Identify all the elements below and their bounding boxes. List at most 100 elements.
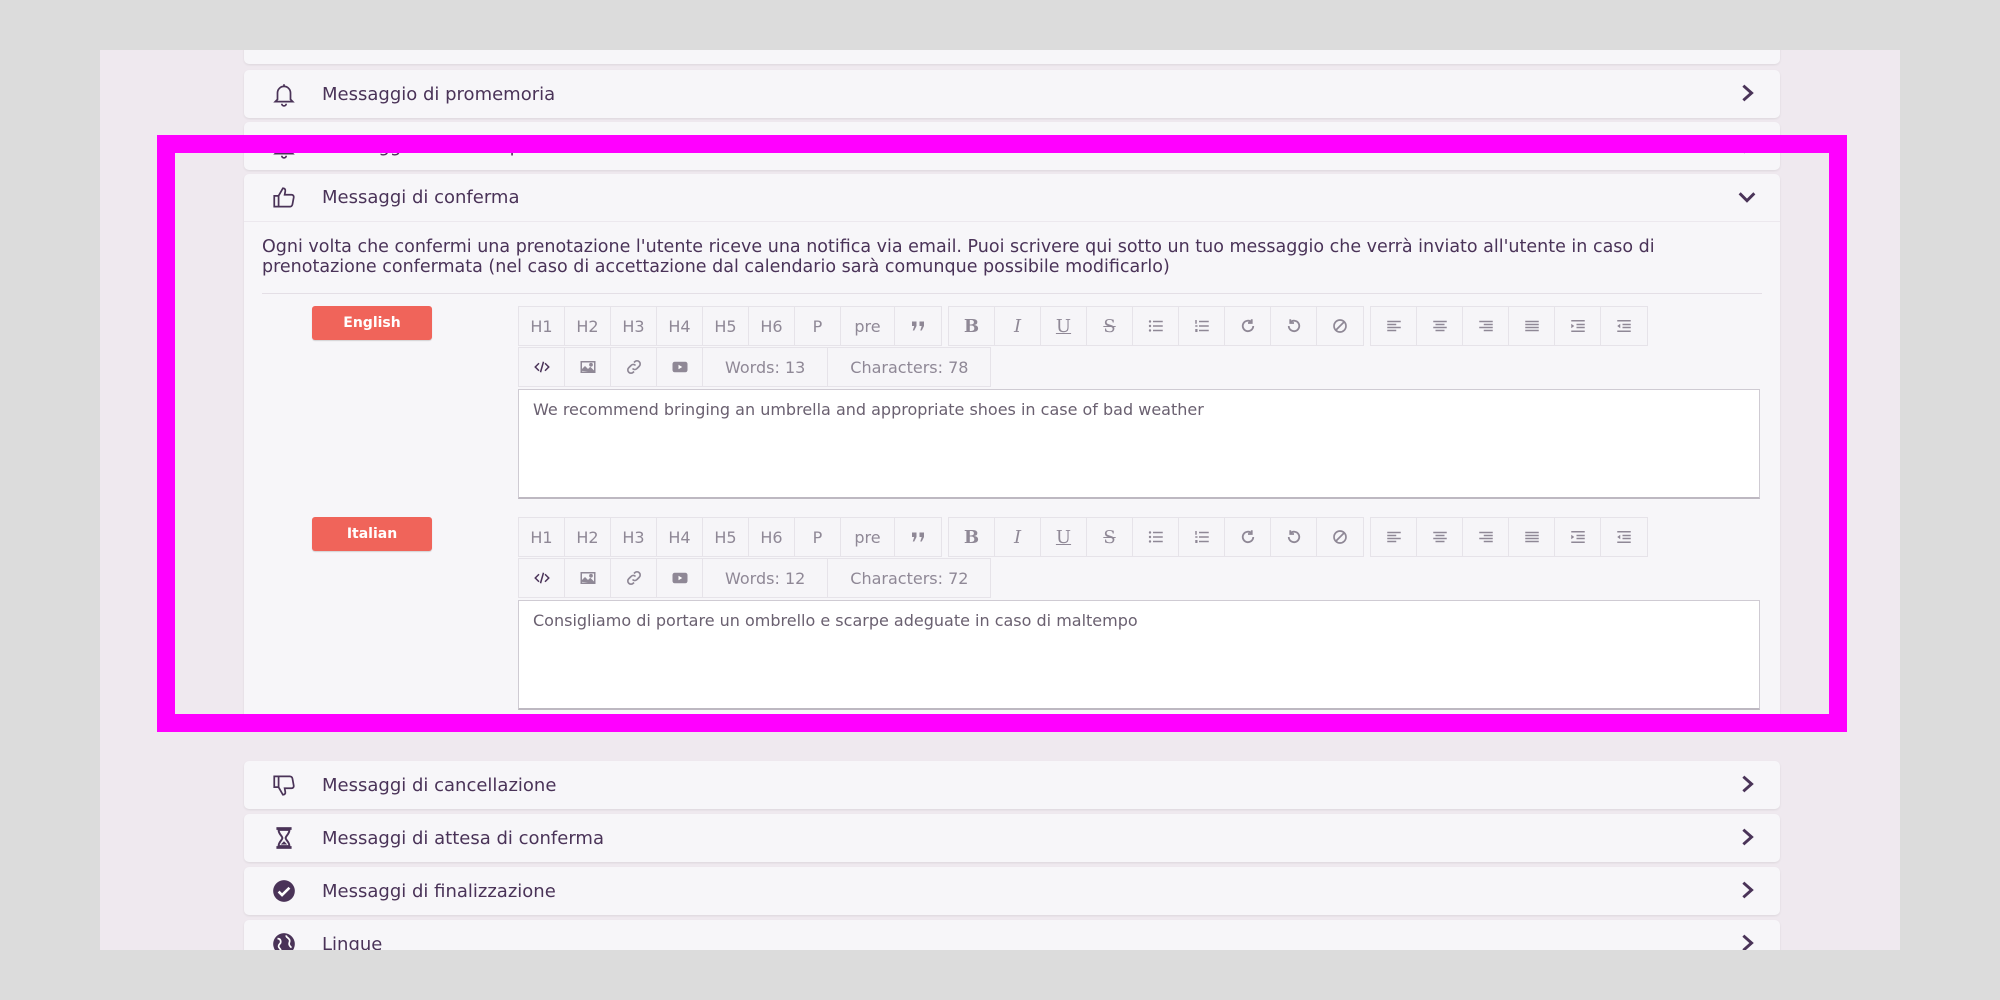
h2-button[interactable]: H2 bbox=[565, 307, 611, 345]
clear-format-icon[interactable] bbox=[1317, 307, 1363, 345]
image-icon[interactable] bbox=[565, 559, 611, 597]
video-icon[interactable] bbox=[657, 559, 703, 597]
accordion-panel-followup[interactable]: Messaggio di followup bbox=[244, 122, 1780, 170]
chevron-right-icon[interactable] bbox=[1736, 932, 1758, 950]
code-view-icon[interactable] bbox=[519, 348, 565, 386]
h3-button[interactable]: H3 bbox=[611, 307, 657, 345]
h4-button[interactable]: H4 bbox=[657, 518, 703, 556]
accordion-panel-confirm: Messaggi di conferma Ogni volta che conf… bbox=[244, 174, 1780, 724]
h5-button[interactable]: H5 bbox=[703, 518, 749, 556]
redo-icon[interactable] bbox=[1225, 518, 1271, 556]
h6-button[interactable]: H6 bbox=[749, 307, 795, 345]
bullet-list-icon[interactable] bbox=[1133, 307, 1179, 345]
style-group: B I U S bbox=[948, 306, 1364, 346]
paragraph-button[interactable]: P bbox=[795, 518, 841, 556]
quote-icon[interactable] bbox=[895, 307, 941, 345]
bold-icon[interactable]: B bbox=[949, 307, 995, 345]
accordion-panel-reminder[interactable]: Messaggio di promemoria bbox=[244, 70, 1780, 118]
globe-icon bbox=[268, 928, 300, 950]
character-count: Characters: 72 bbox=[850, 568, 969, 588]
h2-button[interactable]: H2 bbox=[565, 518, 611, 556]
chevron-right-icon[interactable] bbox=[1736, 134, 1758, 156]
bullet-list-icon[interactable] bbox=[1133, 518, 1179, 556]
align-center-icon[interactable] bbox=[1417, 518, 1463, 556]
indent-icon[interactable] bbox=[1555, 307, 1601, 345]
thumbs-up-icon bbox=[268, 182, 300, 214]
chevron-right-icon[interactable] bbox=[1736, 82, 1758, 104]
chevron-right-icon[interactable] bbox=[1736, 826, 1758, 848]
insert-group: Words: 12 Characters: 72 bbox=[518, 558, 992, 598]
redo-icon[interactable] bbox=[1225, 307, 1271, 345]
undo-icon[interactable] bbox=[1271, 307, 1317, 345]
word-count: Words: 12 bbox=[703, 559, 829, 597]
accordion-panel-finalize[interactable]: Messaggi di finalizzazione bbox=[244, 867, 1780, 915]
heading-group: H1 H2 H3 H4 H5 H6 P pre bbox=[518, 306, 942, 346]
h3-button[interactable]: H3 bbox=[611, 518, 657, 556]
bold-icon[interactable]: B bbox=[949, 518, 995, 556]
panel-title-languages: Lingue bbox=[322, 933, 383, 951]
clear-format-icon[interactable] bbox=[1317, 518, 1363, 556]
align-left-icon[interactable] bbox=[1371, 518, 1417, 556]
accordion-panel-languages[interactable]: Lingue bbox=[244, 920, 1780, 950]
strikethrough-icon[interactable]: S bbox=[1087, 518, 1133, 556]
chevron-down-icon[interactable] bbox=[1736, 186, 1758, 208]
outdent-icon[interactable] bbox=[1601, 307, 1647, 345]
pre-button[interactable]: pre bbox=[841, 518, 895, 556]
panel-title-cancel: Messaggi di cancellazione bbox=[322, 774, 557, 796]
english-language-button[interactable]: English bbox=[312, 306, 432, 340]
panel-title-followup: Messaggio di followup bbox=[322, 135, 522, 157]
h1-button[interactable]: H1 bbox=[519, 518, 565, 556]
underline-icon[interactable]: U bbox=[1041, 518, 1087, 556]
check-circle-icon bbox=[268, 875, 300, 907]
word-count: Words: 13 bbox=[703, 348, 829, 386]
accordion-panel-previous[interactable] bbox=[244, 50, 1780, 64]
accordion-panel-cancel[interactable]: Messaggi di cancellazione bbox=[244, 761, 1780, 809]
video-icon[interactable] bbox=[657, 348, 703, 386]
h4-button[interactable]: H4 bbox=[657, 307, 703, 345]
panel-title-confirm: Messaggi di conferma bbox=[322, 187, 520, 208]
h6-button[interactable]: H6 bbox=[749, 518, 795, 556]
numbered-list-icon[interactable] bbox=[1179, 518, 1225, 556]
english-message-input[interactable]: We recommend bringing an umbrella and ap… bbox=[518, 389, 1760, 499]
panel-title-waiting: Messaggi di attesa di conferma bbox=[322, 827, 604, 849]
indent-icon[interactable] bbox=[1555, 518, 1601, 556]
bell-icon bbox=[268, 78, 300, 110]
align-right-icon[interactable] bbox=[1463, 518, 1509, 556]
italic-icon[interactable]: I bbox=[995, 518, 1041, 556]
chevron-right-icon[interactable] bbox=[1736, 773, 1758, 795]
editor-toolbar-format: H1 H2 H3 H4 H5 H6 P pre B I U S bbox=[518, 306, 1760, 346]
bell-icon bbox=[268, 130, 300, 162]
italian-message-input[interactable]: Consigliamo di portare un ombrello e sca… bbox=[518, 600, 1760, 710]
align-right-icon[interactable] bbox=[1463, 307, 1509, 345]
quote-icon[interactable] bbox=[895, 518, 941, 556]
accordion-panel-waiting[interactable]: Messaggi di attesa di conferma bbox=[244, 814, 1780, 862]
italian-language-button[interactable]: Italian bbox=[312, 517, 432, 551]
underline-icon[interactable]: U bbox=[1041, 307, 1087, 345]
panel-header-confirm[interactable]: Messaggi di conferma bbox=[244, 174, 1780, 222]
paragraph-button[interactable]: P bbox=[795, 307, 841, 345]
numbered-list-icon[interactable] bbox=[1179, 307, 1225, 345]
link-icon[interactable] bbox=[611, 348, 657, 386]
panel-body-confirm: Ogni volta che confermi una prenotazione… bbox=[244, 222, 1780, 710]
chevron-right-icon[interactable] bbox=[1736, 879, 1758, 901]
link-icon[interactable] bbox=[611, 559, 657, 597]
h5-button[interactable]: H5 bbox=[703, 307, 749, 345]
undo-icon[interactable] bbox=[1271, 518, 1317, 556]
h1-button[interactable]: H1 bbox=[519, 307, 565, 345]
editor-toolbar-insert: Words: 13 Characters: 78 bbox=[518, 347, 1760, 387]
code-view-icon[interactable] bbox=[519, 559, 565, 597]
pre-button[interactable]: pre bbox=[841, 307, 895, 345]
image-icon[interactable] bbox=[565, 348, 611, 386]
outdent-icon[interactable] bbox=[1601, 518, 1647, 556]
italian-editor: H1 H2 H3 H4 H5 H6 P pre B I U S Words: 1… bbox=[518, 517, 1760, 710]
align-left-icon[interactable] bbox=[1371, 307, 1417, 345]
italic-icon[interactable]: I bbox=[995, 307, 1041, 345]
align-center-icon[interactable] bbox=[1417, 307, 1463, 345]
editor-toolbar-insert: Words: 12 Characters: 72 bbox=[518, 558, 1760, 598]
panel-title-finalize: Messaggi di finalizzazione bbox=[322, 880, 556, 902]
align-justify-icon[interactable] bbox=[1509, 307, 1555, 345]
character-count: Characters: 78 bbox=[850, 357, 969, 377]
align-justify-icon[interactable] bbox=[1509, 518, 1555, 556]
confirm-description: Ogni volta che confermi una prenotazione… bbox=[262, 222, 1762, 294]
strikethrough-icon[interactable]: S bbox=[1087, 307, 1133, 345]
